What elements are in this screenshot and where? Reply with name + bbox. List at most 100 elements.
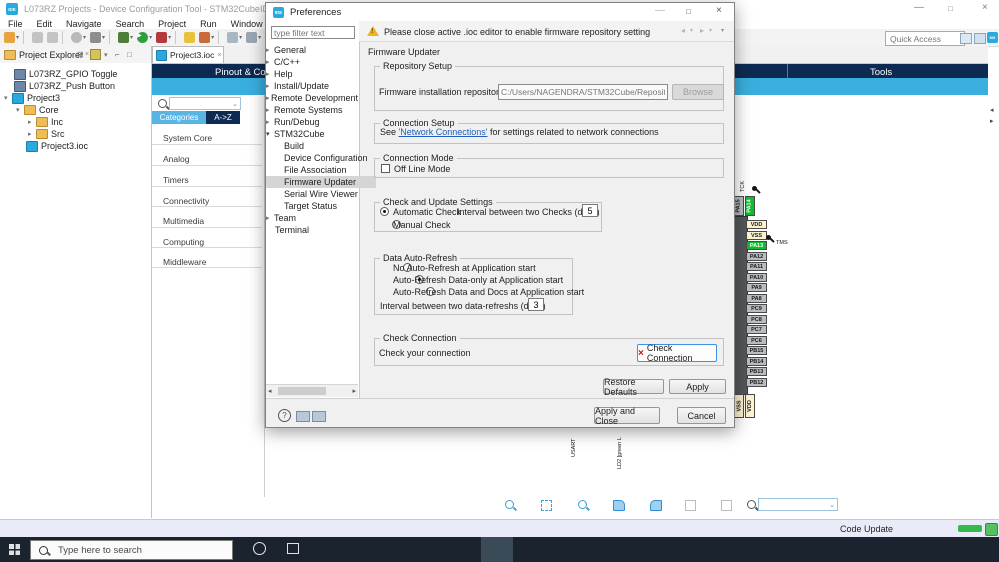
pin-pc7[interactable]: PC7 bbox=[746, 325, 767, 334]
open-perspective-icon[interactable] bbox=[960, 33, 972, 44]
run-caret[interactable]: ▾ bbox=[149, 34, 152, 41]
mark-occurrences-icon[interactable] bbox=[246, 32, 258, 43]
banner-tools[interactable]: Tools bbox=[870, 67, 892, 78]
new-wizard-caret[interactable]: ▾ bbox=[16, 34, 19, 41]
pin-pb12[interactable]: PB12 bbox=[746, 378, 767, 387]
category-connectivity[interactable]: Connectivity bbox=[152, 186, 264, 206]
explorer-tab-close-icon[interactable]: × bbox=[85, 51, 89, 58]
pin-pa9[interactable]: PA9 bbox=[746, 283, 767, 292]
annotation-caret[interactable]: ▾ bbox=[239, 34, 242, 41]
tree-item-remote-dev[interactable]: ▸ Remote Development bbox=[266, 92, 358, 104]
pin-pa12[interactable]: PA12 bbox=[746, 252, 767, 261]
menu-edit[interactable]: Edit bbox=[33, 19, 57, 29]
tree-item-cpp[interactable]: ▸ C/C++ bbox=[266, 56, 358, 68]
pin-vss-bottom[interactable]: VSS bbox=[734, 394, 744, 418]
editor-tab-ioc[interactable]: Project3.ioc × bbox=[152, 46, 224, 63]
apply-button[interactable]: Apply bbox=[669, 379, 726, 394]
pin-vdd[interactable]: VDD bbox=[746, 220, 767, 229]
launch-icon[interactable] bbox=[199, 32, 211, 43]
expand-right-icon[interactable]: ▸ bbox=[990, 117, 994, 125]
save-icon[interactable] bbox=[32, 32, 44, 43]
maximize-view-icon[interactable]: □ bbox=[127, 50, 132, 59]
tree-hscrollbar[interactable]: ◂ ▸ bbox=[266, 384, 358, 397]
skip-caret[interactable]: ▾ bbox=[83, 34, 86, 41]
rotate-right-icon[interactable] bbox=[650, 500, 662, 511]
perspective-icon[interactable] bbox=[974, 33, 986, 44]
import-preferences-icon[interactable] bbox=[312, 411, 326, 422]
pin-pb15[interactable]: PB15 bbox=[746, 346, 767, 355]
rotate-left-icon[interactable] bbox=[613, 500, 625, 511]
zoom-fit-icon[interactable] bbox=[541, 500, 552, 511]
minimize-view-icon[interactable]: ⌐ bbox=[115, 50, 120, 59]
explorer-item-core[interactable]: ▾ Core bbox=[16, 104, 59, 116]
network-connections-link[interactable]: 'Network Connections' bbox=[399, 127, 488, 137]
collapsed-arrow-icon[interactable]: ▸ bbox=[28, 130, 36, 138]
expanded-arrow-icon[interactable]: ▾ bbox=[4, 94, 12, 102]
save-all-icon[interactable] bbox=[47, 32, 59, 43]
dialog-close-button[interactable]: × bbox=[716, 6, 722, 16]
pin-pc6[interactable]: PC6 bbox=[746, 336, 767, 345]
refresh-interval-field[interactable] bbox=[528, 298, 544, 311]
new-wizard-icon[interactable] bbox=[4, 32, 15, 43]
annotation-icon[interactable] bbox=[227, 32, 239, 43]
pin-pb14[interactable]: PB14 bbox=[746, 357, 767, 366]
category-search-input[interactable]: ⌄ bbox=[169, 97, 241, 110]
build-caret[interactable]: ▾ bbox=[102, 34, 105, 41]
tab-close-icon[interactable]: × bbox=[217, 52, 221, 59]
cancel-button[interactable]: Cancel bbox=[677, 407, 726, 424]
explorer-item-src[interactable]: ▸ Src bbox=[28, 128, 65, 140]
link-editor-icon[interactable] bbox=[90, 49, 101, 60]
menu-window[interactable]: Window bbox=[227, 19, 267, 29]
dialog-maximize-button[interactable]: □ bbox=[686, 7, 691, 17]
mark-caret[interactable]: ▾ bbox=[258, 34, 261, 41]
debug-icon[interactable] bbox=[118, 32, 130, 43]
check-connection-button[interactable]: × Check Connection bbox=[637, 343, 717, 363]
sync-status-icon[interactable] bbox=[985, 523, 998, 536]
tree-item-help[interactable]: ▸ Help bbox=[266, 68, 358, 80]
help-icon[interactable]: ? bbox=[278, 409, 291, 422]
pin-pc8[interactable]: PC8 bbox=[746, 315, 767, 324]
list-view-icon[interactable] bbox=[721, 500, 732, 511]
pin-pa15[interactable]: PA15 bbox=[734, 196, 744, 216]
build-icon[interactable] bbox=[90, 32, 102, 43]
menu-search[interactable]: Search bbox=[112, 19, 149, 29]
tree-item-terminal[interactable]: Terminal bbox=[266, 224, 367, 236]
expanded-arrow-icon[interactable]: ▾ bbox=[16, 106, 24, 114]
expand-left-icon[interactable]: ◂ bbox=[990, 106, 994, 114]
task-view-icon[interactable] bbox=[287, 543, 299, 554]
pins-view-icon[interactable] bbox=[685, 500, 696, 511]
flash-icon[interactable] bbox=[184, 32, 196, 43]
launch-caret[interactable]: ▾ bbox=[211, 34, 214, 41]
taskbar-search[interactable]: Type here to search bbox=[30, 540, 233, 560]
close-button[interactable]: × bbox=[982, 3, 988, 13]
pin-vss[interactable]: VSS bbox=[746, 231, 767, 240]
view-menu-caret-icon[interactable]: ▾ bbox=[721, 27, 724, 34]
zoom-out-icon[interactable] bbox=[578, 500, 587, 509]
pin-vdd-bottom[interactable]: VDD bbox=[745, 394, 755, 418]
scroll-right-icon[interactable]: ▸ bbox=[352, 387, 356, 395]
explorer-item-ioc[interactable]: Project3.ioc bbox=[26, 140, 88, 152]
tree-item-stm32cube[interactable]: ▾ STM32Cube bbox=[266, 128, 358, 140]
category-system-core[interactable]: System Core bbox=[152, 123, 264, 143]
tree-item-remote-sys[interactable]: ▸ Remote Systems bbox=[266, 104, 358, 116]
minimize-button[interactable]: — bbox=[914, 3, 924, 13]
tree-item-run-debug[interactable]: ▸ Run/Debug bbox=[266, 116, 358, 128]
apply-and-close-button[interactable]: Apply and Close bbox=[594, 406, 660, 426]
menu-file[interactable]: File bbox=[4, 19, 27, 29]
pin-pa14[interactable]: PA14 bbox=[745, 196, 755, 216]
pin-pa10[interactable]: PA10 bbox=[746, 273, 767, 282]
tree-item-target-status[interactable]: Target Status bbox=[266, 200, 376, 212]
profile-caret[interactable]: ▾ bbox=[168, 34, 171, 41]
pin-pa8[interactable]: PA8 bbox=[746, 294, 767, 303]
menu-run[interactable]: Run bbox=[196, 19, 221, 29]
pin-pa13[interactable]: PA13 bbox=[746, 241, 767, 250]
start-button[interactable] bbox=[0, 537, 30, 562]
pin-pa11[interactable]: PA11 bbox=[746, 262, 767, 271]
scroll-left-icon[interactable]: ◂ bbox=[268, 387, 272, 395]
menu-navigate[interactable]: Navigate bbox=[62, 19, 106, 29]
category-timers[interactable]: Timers bbox=[152, 165, 264, 185]
tree-item-file-assoc[interactable]: File Association bbox=[266, 164, 376, 176]
explorer-item-project1[interactable]: L073RZ_GPIO Toggle bbox=[14, 68, 117, 80]
tree-item-general[interactable]: ▸ General bbox=[266, 44, 358, 56]
zoom-in-icon[interactable] bbox=[505, 500, 514, 509]
